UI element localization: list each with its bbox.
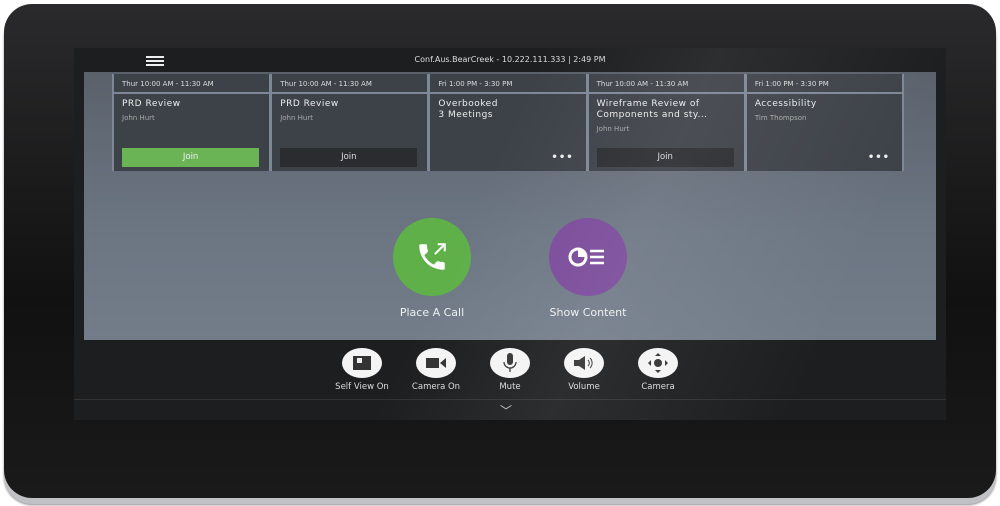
place-call-button[interactable]: Place A Call — [382, 218, 482, 319]
meeting-time: Fri 1:00 PM - 3:30 PM — [746, 74, 903, 94]
camera-icon — [416, 348, 456, 378]
meeting-list: Thur 10:00 AM - 11:30 AM PRD Review John… — [112, 74, 904, 171]
self-view-button[interactable]: Self View On — [334, 348, 390, 399]
meeting-card[interactable]: Thur 10:00 AM - 11:30 AM Wireframe Revie… — [588, 74, 744, 171]
speaker-icon — [564, 348, 604, 378]
meeting-title: Overbooked 3 Meetings — [438, 99, 498, 120]
meeting-card[interactable]: Fri 1:00 PM - 3:30 PM Accessibility Tim … — [746, 74, 903, 171]
place-call-label: Place A Call — [399, 306, 465, 319]
top-bar: Conf.Aus.BearCreek - 10.222.111.333 | 2:… — [74, 48, 946, 72]
menu-icon[interactable] — [146, 56, 164, 66]
show-content-label: Show Content — [549, 306, 627, 319]
meeting-organizer: John Hurt — [122, 114, 155, 122]
volume-button[interactable]: Volume — [556, 348, 612, 399]
meeting-time: Thur 10:00 AM - 11:30 AM — [114, 74, 270, 94]
meeting-card[interactable]: Thur 10:00 AM - 11:30 AM PRD Review John… — [114, 74, 270, 171]
show-content-button[interactable]: Show Content — [538, 218, 638, 319]
more-options-button[interactable]: ••• — [868, 152, 890, 163]
chevron-down-icon[interactable]: ﹀ — [500, 402, 512, 419]
meeting-organizer: John Hurt — [596, 125, 630, 133]
device-bezel: Conf.Aus.BearCreek - 10.222.111.333 | 2:… — [4, 4, 996, 498]
more-options-button[interactable]: ••• — [551, 152, 573, 163]
meeting-time: Fri 1:00 PM - 3:30 PM — [430, 74, 586, 94]
microphone-icon — [490, 348, 530, 378]
meeting-organizer: Tim Thompson — [754, 114, 807, 122]
room-info: Conf.Aus.BearCreek - 10.222.111.333 | 2:… — [414, 55, 606, 64]
content-icon — [549, 218, 627, 296]
phone-icon — [393, 218, 471, 296]
meeting-card[interactable]: Thur 10:00 AM - 11:30 AM PRD Review John… — [272, 74, 428, 171]
control-bar: Self View On Camera On Mute Volume Camer… — [74, 340, 946, 400]
meeting-title: Wireframe Review of Components and sty..… — [596, 99, 708, 120]
meeting-organizer: John Hurt — [280, 114, 313, 122]
control-label: Camera — [641, 382, 675, 392]
meeting-title: PRD Review — [280, 99, 339, 109]
meeting-time: Thur 10:00 AM - 11:30 AM — [588, 74, 744, 94]
self-view-icon — [342, 348, 382, 378]
meeting-card[interactable]: Fri 1:00 PM - 3:30 PM Overbooked 3 Meeti… — [430, 74, 586, 171]
meeting-time: Thur 10:00 AM - 11:30 AM — [272, 74, 428, 94]
join-button[interactable]: Join — [122, 148, 260, 167]
camera-control-icon — [638, 348, 678, 378]
control-label: Volume — [568, 382, 600, 392]
camera-on-button[interactable]: Camera On — [408, 348, 464, 399]
touch-screen: Conf.Aus.BearCreek - 10.222.111.333 | 2:… — [74, 48, 946, 420]
join-button[interactable]: Join — [280, 148, 418, 167]
meeting-title: Accessibility — [754, 99, 817, 109]
join-button[interactable]: Join — [596, 148, 734, 167]
control-label: Camera On — [411, 382, 461, 392]
meeting-title: PRD Review — [122, 99, 181, 109]
control-label: Mute — [499, 382, 521, 392]
main-area: Thur 10:00 AM - 11:30 AM PRD Review John… — [84, 72, 936, 340]
mute-button[interactable]: Mute — [482, 348, 538, 399]
camera-control-button[interactable]: Camera — [630, 348, 686, 399]
control-label: Self View On — [335, 382, 389, 392]
